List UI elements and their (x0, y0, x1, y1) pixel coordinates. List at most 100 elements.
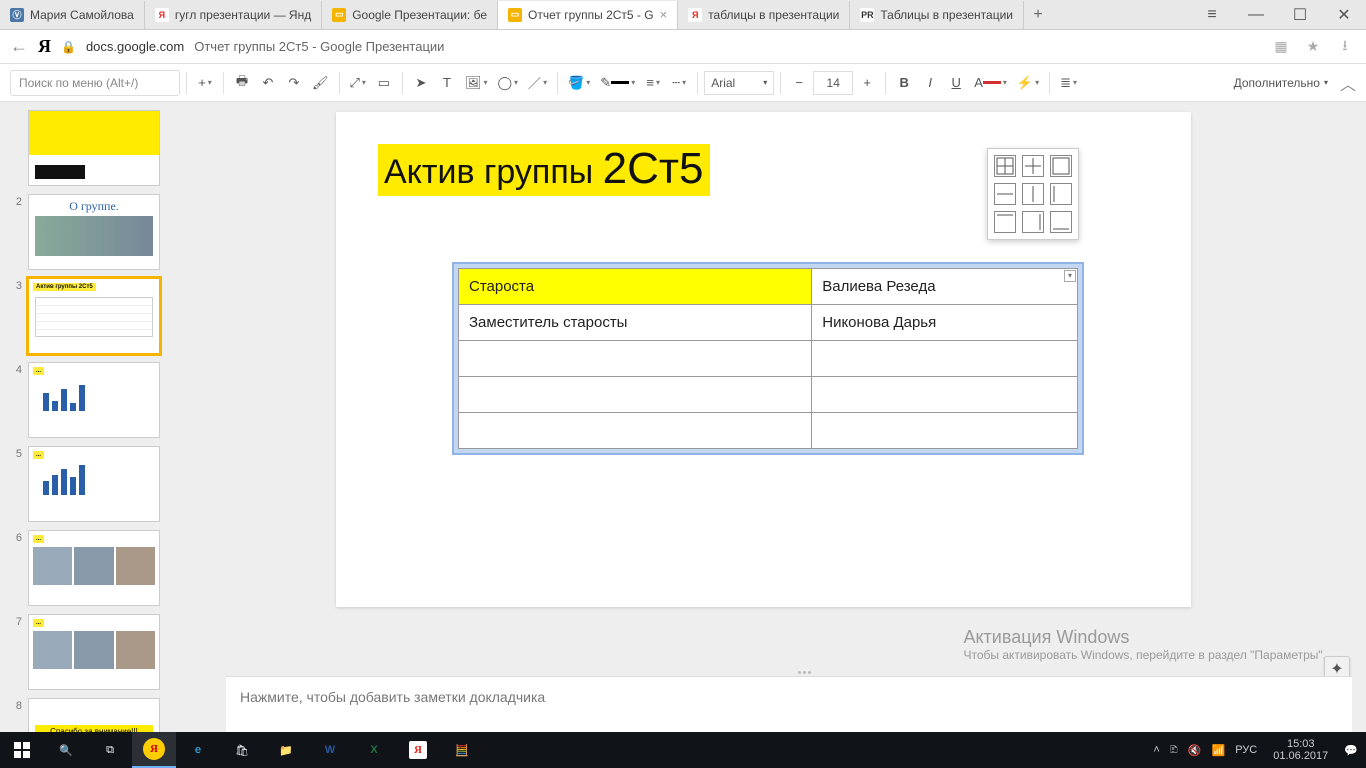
undo-button[interactable]: ↶ (256, 70, 280, 96)
table-cell[interactable]: Заместитель старосты (459, 305, 812, 341)
tray-chevron-icon[interactable]: ˄ (1153, 744, 1159, 756)
slide-table[interactable]: СтаростаВалиева РезедаЗаместитель старос… (458, 268, 1078, 449)
table-menu-button[interactable]: ▾ (1064, 270, 1076, 282)
taskbar-yandex-browser[interactable]: Я (132, 732, 176, 768)
tab-close-icon[interactable]: × (660, 7, 668, 22)
align-button[interactable]: ≣ (1056, 70, 1081, 96)
font-size-input[interactable]: 14 (813, 71, 853, 95)
font-size-dec[interactable]: − (787, 70, 811, 96)
bold-button[interactable]: B (892, 70, 916, 96)
task-view-button[interactable]: ⧉ (88, 732, 132, 768)
collapse-toolbar-button[interactable]: ︿ (1340, 71, 1356, 95)
table-cell[interactable]: Валиева Резеда (812, 269, 1078, 305)
new-tab-button[interactable]: + (1024, 6, 1052, 24)
underline-button[interactable]: U (944, 70, 968, 96)
border-outer-icon[interactable] (1050, 155, 1072, 177)
tray-battery-icon[interactable]: 🗈 (1170, 741, 1178, 760)
table-cell[interactable] (459, 413, 812, 449)
slide-thumbnails-panel[interactable]: 2О группе.3Актив группы 2Ст54...5...6...… (0, 102, 216, 732)
browser-tab[interactable]: Ятаблицы в презентации (678, 1, 850, 29)
protect-icon[interactable]: ▦ (1270, 38, 1292, 55)
highlight-color-button[interactable]: ⚡ (1013, 70, 1043, 96)
url-host[interactable]: docs.google.com (86, 39, 184, 54)
slide-canvas[interactable]: Актив группы 2Ст5 ▾ СтаростаВалиева Резе… (336, 112, 1191, 607)
border-inner-icon[interactable] (1022, 155, 1044, 177)
taskbar-yandex[interactable]: Я (396, 732, 440, 768)
taskbar-calculator[interactable]: 🧮 (440, 732, 484, 768)
border-dash-button[interactable]: ┄ (667, 70, 691, 96)
taskbar-store[interactable]: 🛍 (220, 732, 264, 768)
start-button[interactable] (0, 732, 44, 768)
slide-thumbnail[interactable] (28, 110, 160, 186)
bookmark-star-icon[interactable]: ★ (1302, 38, 1324, 55)
downloads-icon[interactable]: ⭳ (1334, 35, 1356, 59)
table-cell[interactable] (812, 341, 1078, 377)
tray-volume-icon[interactable]: 🔇 (1188, 744, 1202, 757)
tray-clock[interactable]: 15:03 01.06.2017 (1267, 738, 1334, 762)
taskbar-edge[interactable]: e (176, 732, 220, 768)
select-tool[interactable]: ➤ (409, 70, 433, 96)
image-tool[interactable]: 🖼 (461, 70, 492, 96)
window-minimize[interactable]: — (1234, 0, 1278, 30)
table-cell[interactable] (459, 341, 812, 377)
taskbar-word[interactable]: W (308, 732, 352, 768)
font-family-select[interactable]: Arial▾ (704, 71, 774, 95)
border-all-icon[interactable] (994, 155, 1016, 177)
tray-wifi-icon[interactable]: 📶 (1212, 744, 1226, 757)
zoom-button[interactable]: ⤢ (346, 70, 370, 96)
italic-button[interactable]: I (918, 70, 942, 96)
border-top-icon[interactable] (994, 211, 1016, 233)
taskbar-excel[interactable]: X (352, 732, 396, 768)
browser-tab[interactable]: Ягугл презентации — Янд (145, 1, 322, 29)
window-close[interactable]: ✕ (1322, 0, 1366, 30)
search-button[interactable]: 🔍 (44, 732, 88, 768)
table-selection[interactable]: ▾ СтаростаВалиева РезедаЗаместитель стар… (452, 262, 1084, 455)
slide-thumbnail[interactable]: ... (28, 530, 160, 606)
redo-button[interactable]: ↷ (282, 70, 306, 96)
new-slide-button[interactable]: + (193, 70, 217, 96)
nav-back-button[interactable]: ← (10, 36, 28, 57)
shape-tool[interactable]: ◯ (493, 70, 522, 96)
speaker-notes[interactable]: Нажмите, чтобы добавить заметки докладчи… (226, 676, 1352, 732)
border-weight-button[interactable]: ≡ (641, 70, 665, 96)
more-options-button[interactable]: Дополнительно▾ (1234, 76, 1328, 90)
browser-tab[interactable]: PRТаблицы в презентации (850, 1, 1024, 29)
slide-thumbnail[interactable]: О группе. (28, 194, 160, 270)
border-bottom-icon[interactable] (1050, 211, 1072, 233)
system-tray[interactable]: ˄ 🗈 🔇 📶 РУС 15:03 01.06.2017 💬 (1145, 738, 1366, 762)
table-cell[interactable] (459, 377, 812, 413)
table-cell[interactable] (812, 377, 1078, 413)
canvas-area[interactable]: Актив группы 2Ст5 ▾ СтаростаВалиева Резе… (216, 102, 1366, 732)
fill-color-button[interactable]: 🪣 (564, 70, 594, 96)
taskbar-explorer[interactable]: 📁 (264, 732, 308, 768)
fit-button[interactable]: ▭ (372, 70, 396, 96)
text-color-button[interactable]: A (970, 70, 1011, 96)
menu-search-input[interactable]: Поиск по меню (Alt+/) (10, 70, 180, 96)
browser-tab[interactable]: ▭Отчет группы 2Ст5 - G× (498, 1, 678, 29)
paint-format-button[interactable]: 🖌 (308, 70, 333, 96)
browser-tab[interactable]: ⓋМария Самойлова (0, 1, 145, 29)
notes-resize-handle[interactable] (789, 671, 819, 677)
yandex-home-button[interactable]: Я (38, 36, 51, 57)
slide-thumbnail[interactable]: ... (28, 362, 160, 438)
border-left-icon[interactable] (1050, 183, 1072, 205)
textbox-tool[interactable]: T (435, 70, 459, 96)
browser-menu-button[interactable]: ≡ (1190, 0, 1234, 30)
border-color-button[interactable]: ✎ (596, 70, 639, 96)
slide-thumbnail[interactable]: ... (28, 446, 160, 522)
line-tool[interactable]: ／ (524, 70, 551, 96)
slide-title[interactable]: Актив группы 2Ст5 (378, 144, 710, 196)
slide-thumbnail[interactable]: Актив группы 2Ст5 (28, 278, 160, 354)
table-border-popup[interactable] (987, 148, 1079, 240)
table-cell[interactable]: Староста (459, 269, 812, 305)
print-button[interactable]: 🖶 (230, 70, 254, 96)
font-size-inc[interactable]: + (855, 70, 879, 96)
tray-notifications-icon[interactable]: 💬 (1344, 744, 1358, 757)
table-cell[interactable] (812, 413, 1078, 449)
slide-thumbnail[interactable]: Спасибо за внимание!!! (28, 698, 160, 732)
border-vert-icon[interactable] (1022, 183, 1044, 205)
border-horiz-icon[interactable] (994, 183, 1016, 205)
window-maximize[interactable]: ☐ (1278, 0, 1322, 30)
tray-language[interactable]: РУС (1235, 744, 1257, 756)
browser-tab[interactable]: ▭Google Презентации: бе (322, 1, 498, 29)
